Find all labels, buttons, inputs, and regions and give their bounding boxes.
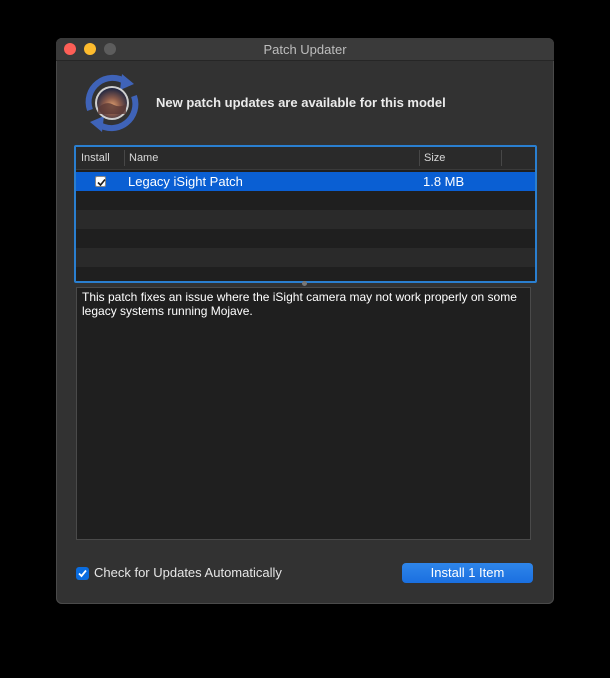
install-checkbox[interactable] — [95, 176, 106, 187]
patch-size: 1.8 MB — [423, 174, 465, 189]
column-separator — [419, 150, 420, 166]
column-header-install[interactable]: Install — [81, 152, 110, 164]
auto-check-checkbox[interactable] — [76, 567, 89, 580]
auto-check-label[interactable]: Check for Updates Automatically — [94, 565, 282, 580]
column-separator — [501, 150, 502, 166]
window-title: Patch Updater — [263, 42, 347, 57]
table-header: Install Name Size — [76, 147, 535, 170]
column-header-name[interactable]: Name — [129, 152, 158, 164]
empty-row — [76, 229, 535, 248]
title-bar[interactable]: Patch Updater — [56, 38, 554, 61]
empty-row — [76, 210, 535, 229]
table-row[interactable]: Legacy iSight Patch 1.8 MB — [76, 172, 535, 191]
checkmark-icon — [78, 569, 87, 578]
empty-row — [76, 248, 535, 267]
patch-name: Legacy iSight Patch — [128, 174, 243, 189]
update-available-message: New patch updates are available for this… — [156, 95, 446, 110]
patch-table[interactable]: Install Name Size Legacy iSight Patch 1.… — [74, 145, 537, 283]
split-view-divider-handle[interactable] — [302, 281, 307, 286]
checkmark-icon — [97, 178, 106, 187]
install-button[interactable]: Install 1 Item — [402, 563, 533, 583]
empty-row — [76, 191, 535, 210]
patch-updater-window: Patch Updater New patch updates are avai… — [56, 38, 554, 604]
patch-updater-app-icon — [76, 70, 148, 136]
column-separator — [124, 150, 125, 166]
patch-description: This patch fixes an issue where the iSig… — [76, 287, 531, 540]
column-header-size[interactable]: Size — [424, 152, 445, 164]
